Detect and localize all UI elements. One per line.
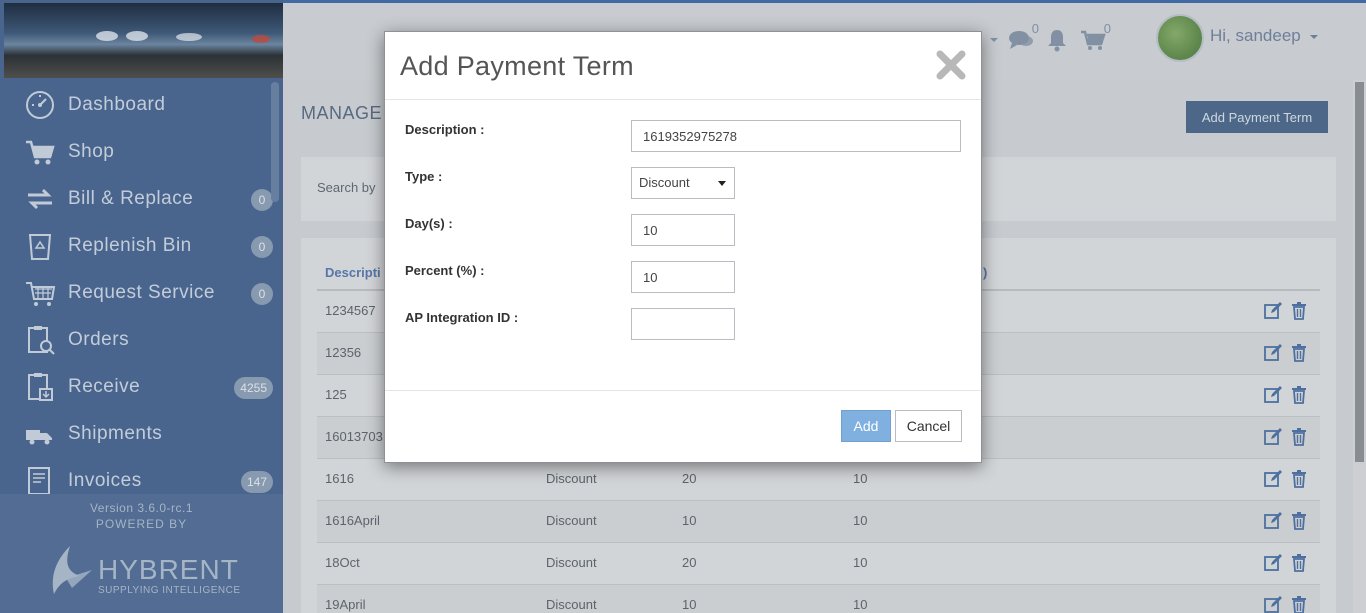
type-select-value: Discount [639,175,690,190]
days-field[interactable] [631,214,735,246]
type-label: Type : [405,169,443,184]
modal-title: Add Payment Term [400,51,634,81]
ap-integration-id-field[interactable] [631,308,735,340]
type-select[interactable]: Discount [631,167,735,199]
ap-integration-label: AP Integration ID : [405,310,519,325]
modal-footer-divider [385,390,981,391]
percent-label: Percent (%) : [405,263,485,278]
percent-field[interactable] [631,261,735,293]
add-payment-term-dialog: Add Payment Term Description : Type : Di… [384,31,982,463]
add-button[interactable]: Add [841,410,891,442]
select-caret-icon [718,181,726,186]
days-label: Day(s) : [405,216,453,231]
description-label: Description : [405,122,485,137]
description-field[interactable] [631,120,961,152]
cancel-button[interactable]: Cancel [895,410,962,442]
modal-header: Add Payment Term [385,32,981,100]
close-icon[interactable] [933,47,969,83]
